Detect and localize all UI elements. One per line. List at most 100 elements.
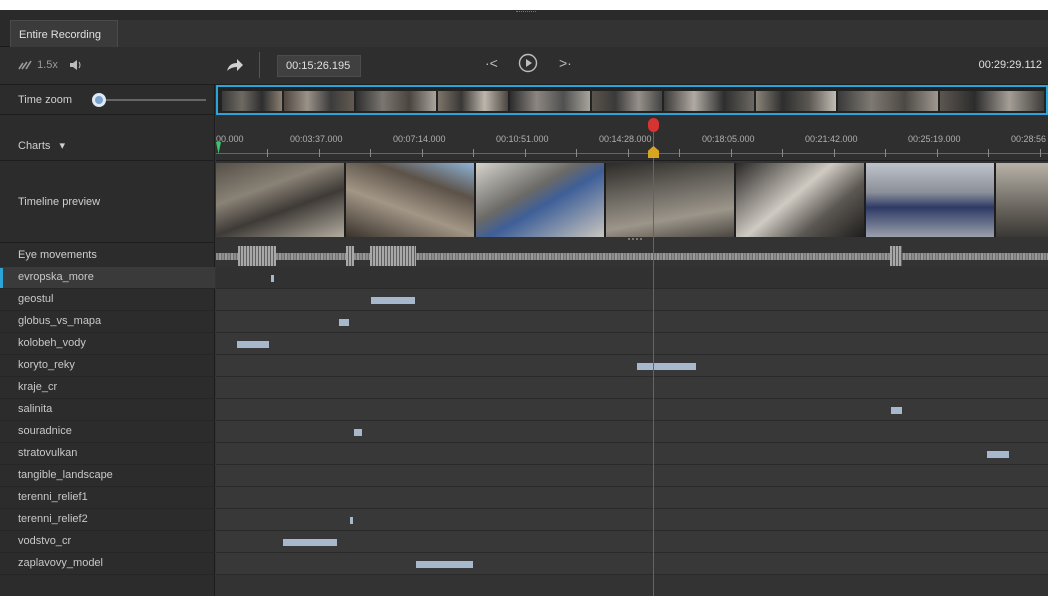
preview-frame [346,163,474,237]
eye-movement-cluster [370,246,416,266]
ruler-tick-label: 00:18:05.000 [702,134,755,144]
panel-grip-handle[interactable] [516,11,536,13]
aoi-track[interactable] [216,289,1048,311]
ruler-tick-label: 00:03:37.000 [290,134,343,144]
ruler-tick-label: 00:10:51.000 [496,134,549,144]
aoi-segment[interactable] [350,517,353,524]
aoi-track[interactable] [216,487,1048,509]
aoi-track[interactable] [216,377,1048,399]
share-button[interactable] [226,58,244,75]
window-top-strip [0,0,1048,10]
aoi-segment[interactable] [237,341,269,348]
playhead-line[interactable] [653,119,654,596]
ruler-tick [628,149,629,157]
speed-gauge-icon [18,60,32,70]
aoi-track[interactable] [216,421,1048,443]
filmstrip-thumbnail [438,91,508,111]
aoi-row-label[interactable]: terenni_relief2 [0,509,215,531]
filmstrip-thumbnail [838,91,938,111]
filmstrip-thumbnail [356,91,436,111]
time-ruler[interactable]: 00.000 00:03:37.000 00:07:14.000 00:10:5… [216,115,1048,161]
aoi-track[interactable] [216,443,1048,465]
aoi-row-label[interactable]: geostul [0,289,215,311]
aoi-name: kolobeh_vody [18,337,86,349]
aoi-segment[interactable] [354,429,362,436]
next-button[interactable]: >· [559,55,572,71]
aoi-segment[interactable] [271,275,274,282]
timeline-preview-strip[interactable] [216,163,1048,237]
ruler-tick [731,149,732,157]
tab-bar-fill [118,20,1048,48]
eye-movement-cluster [890,246,902,266]
aoi-row-label[interactable]: koryto_reky [0,355,215,377]
aoi-segment[interactable] [987,451,1009,458]
ruler-tick [937,149,938,157]
aoi-row-label[interactable]: kolobeh_vody [0,333,215,355]
aoi-track[interactable] [216,465,1048,487]
filmstrip-thumbnail [664,91,754,111]
aoi-segment[interactable] [339,319,349,326]
preview-frame [216,163,344,237]
aoi-track[interactable] [216,553,1048,575]
aoi-track[interactable] [216,531,1048,553]
eye-movement-cluster [238,246,276,266]
aoi-track[interactable] [216,509,1048,531]
ruler-tick-label: 00:25:19.000 [908,134,961,144]
aoi-row-label[interactable]: evropska_more [0,267,215,289]
aoi-row-label[interactable]: terenni_relief1 [0,487,215,509]
preview-frame [996,163,1048,237]
volume-icon[interactable] [69,59,83,71]
aoi-name: stratovulkan [18,447,78,459]
aoi-track[interactable] [216,333,1048,355]
aoi-segment[interactable] [891,407,902,414]
current-time-field[interactable]: 00:15:26.195 [277,55,361,77]
overview-filmstrip[interactable] [216,85,1048,115]
eye-movement-cluster [346,246,354,266]
aoi-segment[interactable] [371,297,415,304]
aoi-name: globus_vs_mapa [18,315,102,327]
aoi-name: tangible_landscape [18,469,113,481]
aoi-row-label[interactable]: salinita [0,399,215,421]
preview-frame [736,163,864,237]
time-zoom-slider-track[interactable] [94,99,206,101]
eye-movements-label: Eye movements [18,249,97,261]
aoi-segment[interactable] [283,539,337,546]
ruler-tick [319,149,320,157]
filmstrip-thumbnail [222,91,282,111]
aoi-row-label[interactable]: kraje_cr [0,377,215,399]
aoi-track[interactable] [216,267,1048,289]
aoi-segment[interactable] [416,561,473,568]
play-button[interactable] [518,53,538,76]
ruler-tick-label: 00:28:56 [1011,134,1047,144]
aoi-track[interactable] [216,355,1048,377]
ruler-tick [988,149,989,157]
aoi-segment[interactable] [637,363,696,370]
aoi-row-label[interactable]: tangible_landscape [0,465,215,487]
aoi-row-label[interactable]: souradnice [0,421,215,443]
previous-button[interactable]: ·< [485,55,498,71]
playback-speed-control[interactable]: 1.5x [18,59,83,71]
aoi-row-label[interactable]: globus_vs_mapa [0,311,215,333]
aoi-name: salinita [18,403,53,415]
aoi-row-label[interactable]: zaplavovy_model [0,553,215,575]
eye-movements-track[interactable] [216,253,1048,260]
aoi-row-label[interactable]: vodstvo_cr [0,531,215,553]
share-arrow-icon [227,59,243,71]
time-zoom-slider-handle[interactable] [92,93,106,107]
aoi-track[interactable] [216,399,1048,421]
aoi-row-label[interactable]: stratovulkan [0,443,215,465]
charts-dropdown[interactable]: Charts ▾ [18,139,65,152]
tab-entire-recording[interactable]: Entire Recording [10,20,118,48]
preview-frame [866,163,994,237]
tab-bar: Entire Recording [0,10,1048,48]
selected-row-indicator [0,268,3,288]
preview-resize-grip[interactable] [628,238,642,240]
playhead-handle[interactable] [648,118,659,132]
filmstrip-thumbnail [284,91,354,111]
preview-frame [606,163,734,237]
time-zoom-label: Time zoom [18,94,72,106]
control-divider [259,52,260,78]
aoi-track[interactable] [216,311,1048,333]
preview-frame [476,163,604,237]
aoi-name: kraje_cr [18,381,58,393]
